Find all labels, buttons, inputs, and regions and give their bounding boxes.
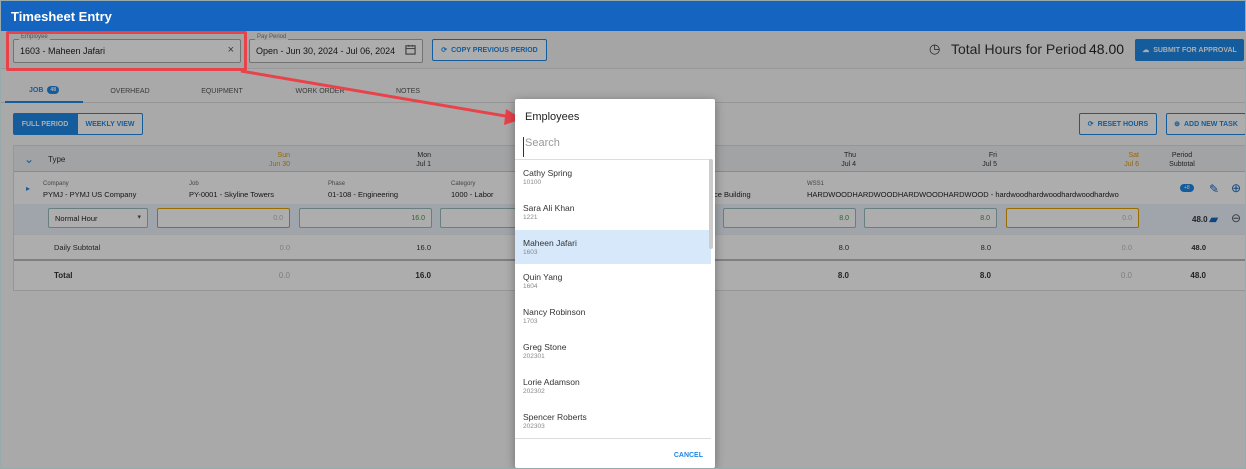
employees-dialog: Employees Search Cathy Spring 10100 Sara… [515,99,715,468]
employee-item[interactable]: Nancy Robinson 1703 [515,299,711,334]
employee-item[interactable]: Quin Yang 1604 [515,264,711,299]
employee-id: 10100 [523,179,542,186]
employee-search-input[interactable]: Search [523,137,707,157]
employee-name: Greg Stone [523,341,567,352]
app-window: Timesheet Entry Employee 1603 - Maheen J… [0,0,1246,469]
employee-id: 202301 [523,352,545,360]
employee-item[interactable]: Spencer Roberts 202303 [515,404,711,438]
employee-name: Sara Ali Khan [523,202,575,213]
employee-id: 1221 [523,213,538,221]
employee-name: Nancy Robinson [523,307,586,318]
employee-item[interactable]: Cathy Spring 10100 [515,160,711,195]
employee-id: 1604 [523,283,538,291]
employee-name: Maheen Jafari [523,237,577,248]
employee-item-selected[interactable]: Maheen Jafari 1603 [515,229,711,265]
employee-list: Cathy Spring 10100 Sara Ali Khan 1221 Ma… [515,159,711,439]
employee-item[interactable]: Greg Stone 202301 [515,334,711,369]
employee-name: Cathy Spring [523,168,573,178]
employee-item[interactable]: Lorie Adamson 202302 [515,369,711,404]
employee-id: 1703 [523,318,538,326]
employee-id: 202303 [523,422,545,430]
employee-list-scrollbar[interactable] [709,159,713,249]
employee-name: Spencer Roberts [523,411,587,422]
employee-item[interactable]: Sara Ali Khan 1221 [515,195,711,230]
employee-name: Lorie Adamson [523,376,580,387]
employee-name: Quin Yang [523,272,563,283]
employee-id: 1603 [523,248,538,256]
employee-id: 202302 [523,387,545,395]
dialog-title: Employees [525,111,580,123]
cancel-button[interactable]: Cancel [674,452,703,459]
